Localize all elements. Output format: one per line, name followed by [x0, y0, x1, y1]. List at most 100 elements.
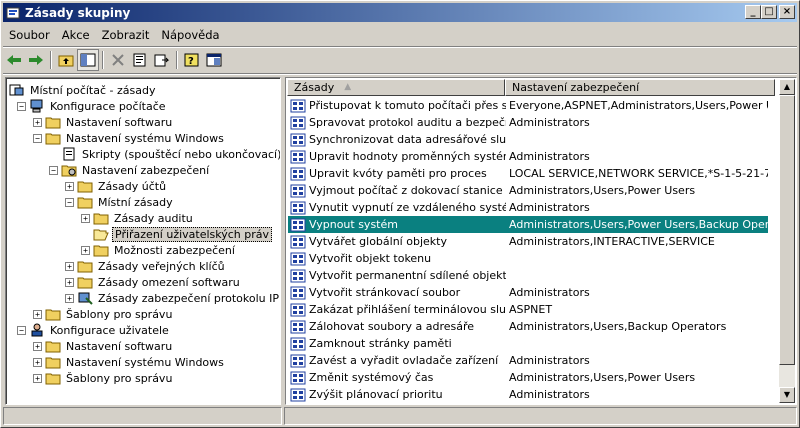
tree-item[interactable]: − Nastavení zabezpečení [49, 162, 211, 178]
list-item[interactable]: Spravovat protokol auditu a bezpečnostiA… [288, 114, 768, 131]
tree-item[interactable]: + Možnosti zabezpečení [81, 242, 237, 258]
expand-icon[interactable]: + [81, 213, 90, 223]
list-item[interactable]: Upravit hodnoty proměnných systému f...A… [288, 148, 768, 165]
tree-item[interactable]: Přiřazení uživatelských práv [81, 226, 273, 242]
tree-item[interactable]: − Místní zásady [65, 194, 175, 210]
tree-item[interactable]: + Šablony pro správu [33, 370, 174, 386]
collapse-icon[interactable]: − [65, 197, 74, 207]
expand-icon[interactable]: + [65, 293, 74, 303]
vertical-scrollbar[interactable]: ▲ ▼ [779, 79, 795, 403]
tree-item[interactable]: + Nastavení softwaru [33, 114, 174, 130]
maximize-button[interactable]: □ [761, 5, 777, 19]
status-bar [3, 407, 797, 425]
scroll-down-button[interactable]: ▼ [779, 387, 795, 403]
list-item[interactable]: Vytvořit objekt tokenu [288, 250, 768, 267]
help-icon[interactable]: ? [181, 49, 203, 71]
close-button[interactable]: × [779, 5, 795, 19]
expand-icon[interactable]: + [65, 277, 74, 287]
menu-akce[interactable]: Akce [56, 28, 96, 42]
folder-icon [45, 339, 61, 353]
policy-name: Zamknout stránky paměti [309, 337, 452, 350]
export-icon[interactable] [151, 49, 173, 71]
minimize-button[interactable]: _ [745, 5, 761, 19]
scroll-up-button[interactable]: ▲ [779, 79, 795, 95]
tree-item[interactable]: + Zásady účtů [65, 178, 168, 194]
menu-zobrazit[interactable]: Zobrazit [96, 28, 156, 42]
list-item[interactable]: Vytvářet globální objekty Administrators,… [288, 233, 768, 250]
list-item[interactable]: Synchronizovat data adresářové služby [288, 131, 768, 148]
column-header-policy[interactable]: Zásady ▲ [287, 79, 505, 96]
tree-item[interactable]: + Nastavení softwaru [33, 338, 174, 354]
expand-icon[interactable]: + [65, 181, 74, 191]
collapse-icon[interactable]: − [17, 325, 26, 335]
tree-item[interactable]: + Zásady auditu [81, 210, 195, 226]
tree-item-label: Místní počítač - zásady [30, 83, 156, 97]
tree-item[interactable]: Místní počítač - zásady [9, 82, 157, 98]
folder-icon [45, 307, 61, 321]
tree-item-label: Zásady účtů [98, 179, 167, 193]
collapse-icon[interactable]: − [17, 101, 26, 111]
policy-icon [290, 201, 306, 215]
console-tree[interactable]: Místní počítač - zásady − Konfigurace počí… [5, 77, 281, 405]
policy-name: Vytvořit permanentní sdílené objekty [309, 269, 506, 282]
expand-icon[interactable]: + [33, 357, 42, 367]
tree-item[interactable]: + Zásady veřejných klíčů [65, 258, 227, 274]
tree-item[interactable]: − Nastavení systému Windows [33, 130, 226, 146]
column-header-setting[interactable]: Nastavení zabezpečení [505, 79, 775, 96]
policy-cell: Vytvořit permanentní sdílené objekty [288, 269, 506, 283]
tree-item[interactable]: + Zásady omezení softwaru [65, 274, 242, 290]
expand-icon[interactable]: + [65, 261, 74, 271]
delete-icon[interactable] [107, 49, 129, 71]
show-tree-icon[interactable] [77, 49, 99, 71]
title-bar[interactable]: Zásady skupiny _ □ × [3, 3, 797, 22]
list-item[interactable]: Přistupovat k tomuto počítači přes síť Ev… [288, 97, 768, 114]
list-item[interactable]: Vypnout systém Administrators,Users,Power… [288, 216, 768, 233]
list-item[interactable]: Zakázat přihlášení terminálovou službouA… [288, 301, 768, 318]
policy-list[interactable]: Zásady ▲ Nastavení zabezpečení Přistupov… [285, 77, 797, 405]
menu-soubor[interactable]: Soubor [3, 28, 56, 42]
tree-item-label: Zásady veřejných klíčů [98, 259, 225, 273]
expand-icon[interactable]: + [33, 309, 42, 319]
tree-item[interactable]: + Šablony pro správu [33, 306, 174, 322]
folder-open-icon [93, 227, 109, 241]
policy-icon [290, 354, 306, 368]
up-folder-icon[interactable] [55, 49, 77, 71]
policy-app-icon[interactable] [5, 5, 21, 21]
console-icon[interactable] [203, 49, 225, 71]
properties-icon[interactable] [129, 49, 151, 71]
tree-item[interactable]: + Zásady zabezpečení protokolu IP - M [65, 290, 280, 306]
list-item[interactable]: Vynutit vypnutí ze vzdáleného systému Adm… [288, 199, 768, 216]
list-item[interactable]: Zavést a vyřadit ovladače zařízení Admini… [288, 352, 768, 369]
svg-text:?: ? [188, 56, 194, 67]
expand-icon[interactable]: + [33, 373, 42, 383]
expand-icon[interactable]: + [33, 117, 42, 127]
list-item[interactable]: Zvýšit plánovací prioritu Administrators [288, 386, 768, 403]
policy-name: Upravit kvóty paměti pro proces [309, 167, 487, 180]
policy-icon [290, 269, 306, 283]
list-item[interactable]: Vytvořit permanentní sdílené objekty [288, 267, 768, 284]
expand-icon[interactable]: + [33, 341, 42, 351]
policy-cell: Zamknout stránky paměti [288, 337, 506, 351]
list-item[interactable]: Zamknout stránky paměti [288, 335, 768, 352]
tree-item[interactable]: + Nastavení systému Windows [33, 354, 226, 370]
menu-napoveda[interactable]: Nápověda [155, 28, 225, 42]
policy-icon [290, 99, 306, 113]
scroll-thumb[interactable] [779, 95, 795, 365]
policy-name: Vytvářet globální objekty [309, 235, 447, 248]
forward-icon[interactable] [25, 49, 47, 71]
collapse-icon[interactable]: − [49, 165, 58, 175]
tree-item[interactable]: Skripty (spouštěcí nebo ukončovací) [49, 146, 280, 162]
status-cell-2 [284, 407, 797, 425]
status-cell-1 [3, 407, 283, 425]
folder-icon [77, 275, 93, 289]
expand-icon[interactable]: + [81, 245, 90, 255]
list-item[interactable]: Zálohovat soubory a adresáře Administrato… [288, 318, 768, 335]
list-item[interactable]: Upravit kvóty paměti pro proces LOCAL SER… [288, 165, 768, 182]
list-item[interactable]: Změnit systémový čas Administrators,Users… [288, 369, 768, 386]
tree-item[interactable]: − Konfigurace počítače [17, 98, 168, 114]
list-item[interactable]: Vytvořit stránkovací soubor Administrator… [288, 284, 768, 301]
tree-item[interactable]: − Konfigurace uživatele [17, 322, 171, 338]
back-icon[interactable] [3, 49, 25, 71]
list-item[interactable]: Vyjmout počítač z dokovací stanice Admini… [288, 182, 768, 199]
collapse-icon[interactable]: − [33, 133, 42, 143]
